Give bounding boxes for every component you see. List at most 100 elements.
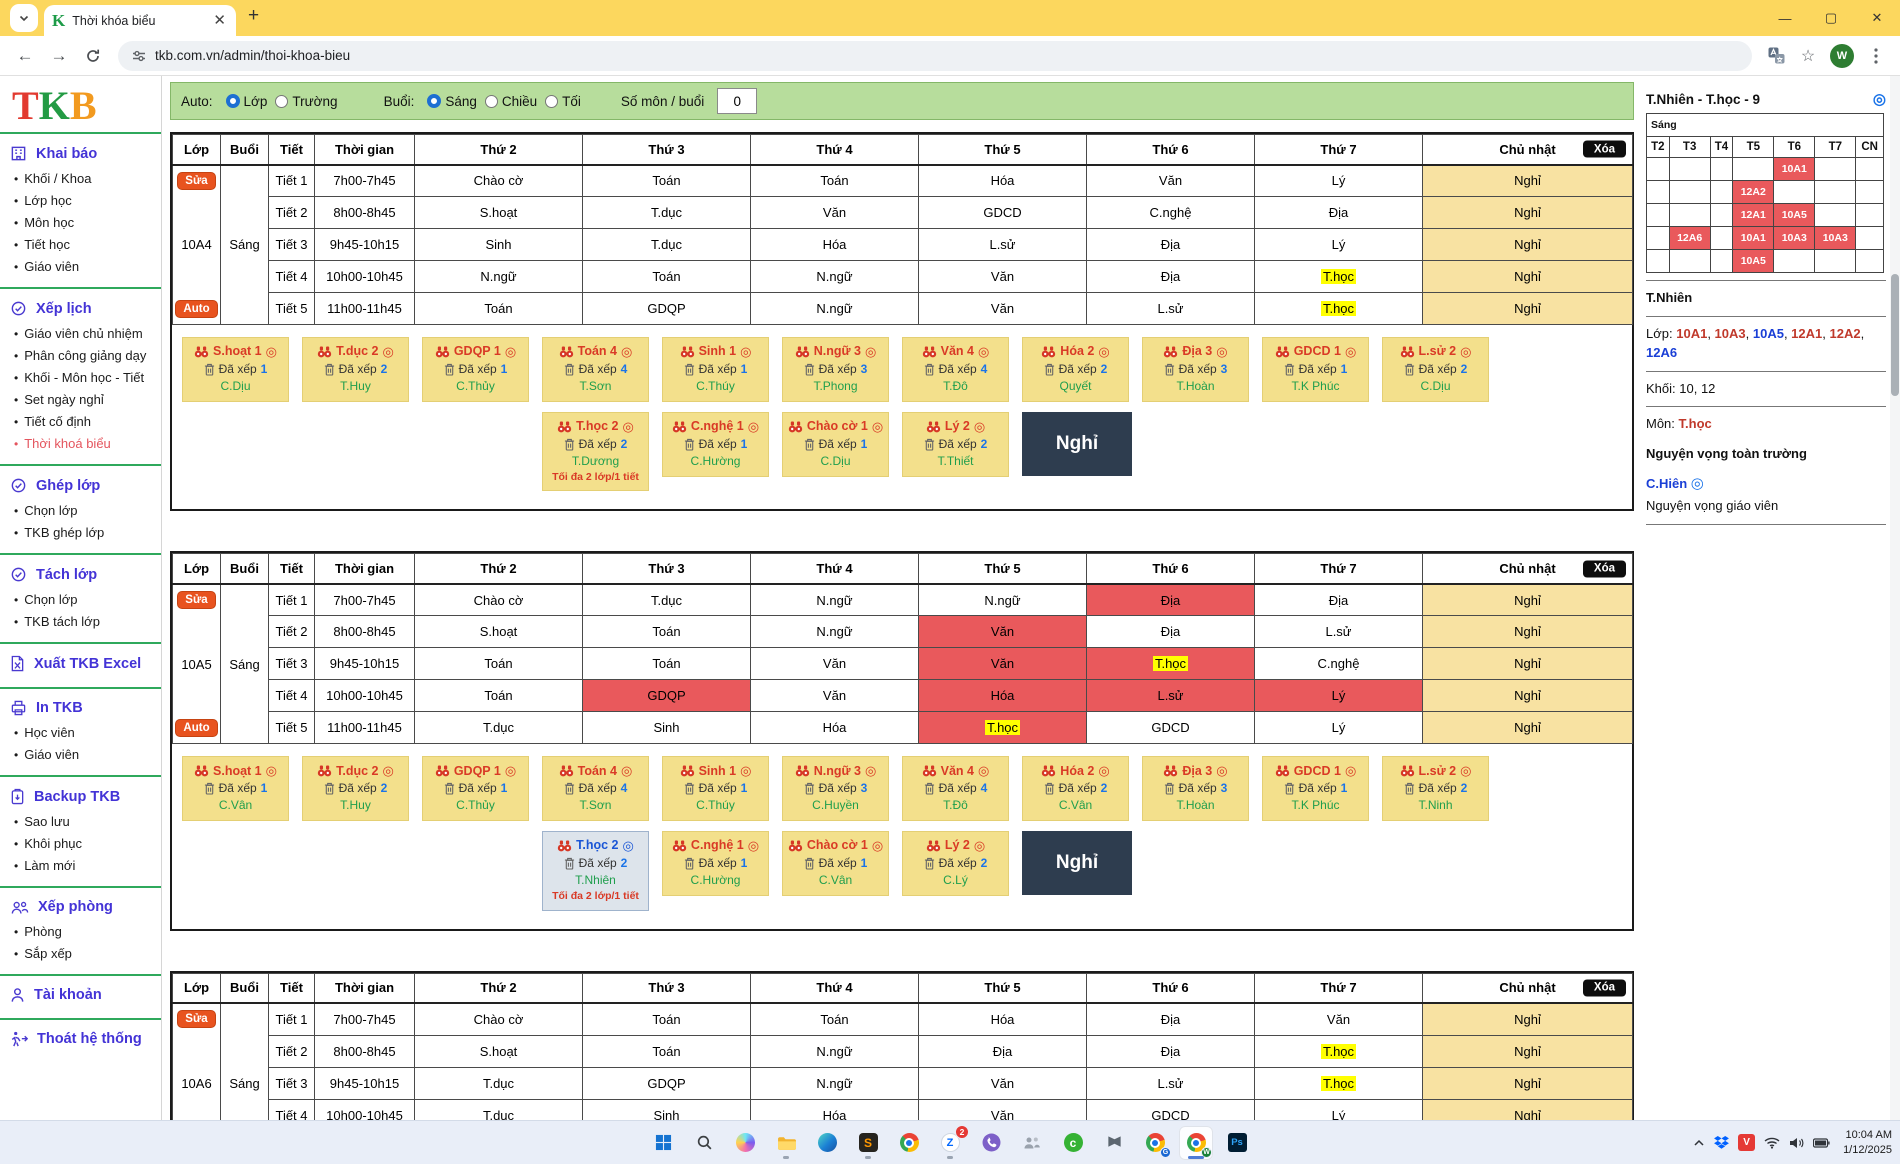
target-icon[interactable]: ◎ — [623, 418, 634, 436]
subject-cell[interactable]: Địa — [1255, 584, 1423, 616]
sidebar-section[interactable]: Ghép lớp — [0, 475, 161, 499]
translate-icon[interactable] — [1762, 42, 1790, 70]
trash-icon[interactable] — [444, 782, 455, 795]
zalo-icon[interactable]: Z2 — [933, 1126, 967, 1160]
trash-icon[interactable] — [564, 857, 575, 870]
target-icon[interactable]: ◎ — [1460, 762, 1471, 780]
subject-cell[interactable]: Văn — [919, 261, 1087, 293]
subject-cell[interactable]: Sinh — [583, 712, 751, 744]
class-link[interactable]: 10A1 — [1676, 326, 1707, 341]
class-link[interactable]: 12A6 — [1646, 345, 1677, 360]
subject-cell[interactable]: Văn — [751, 680, 919, 712]
trash-icon[interactable] — [324, 363, 335, 376]
subject-cell[interactable]: Địa — [1087, 616, 1255, 648]
new-tab-button[interactable]: + — [248, 5, 259, 27]
site-settings-icon[interactable] — [132, 49, 146, 63]
subject-chip[interactable]: Lý 2◎Đã xếp2T.Thiết — [902, 412, 1009, 477]
subject-chip[interactable]: N.ngữ 3◎Đã xếp3C.Huyền — [782, 756, 889, 821]
trash-icon[interactable] — [924, 782, 935, 795]
subject-chip[interactable]: T.dục 2◎Đã xếp2T.Huy — [302, 337, 409, 402]
trash-icon[interactable] — [564, 782, 575, 795]
subject-cell[interactable]: N.ngữ — [751, 1067, 919, 1099]
subject-cell[interactable]: L.sử — [1087, 293, 1255, 325]
subject-cell[interactable]: Toán — [583, 1035, 751, 1067]
subject-cell[interactable]: Văn — [1087, 165, 1255, 197]
subject-chip[interactable]: Văn 4◎Đã xếp4T.Đô — [902, 337, 1009, 402]
auto-button[interactable]: Auto — [175, 719, 217, 737]
radio-option[interactable]: Lớp — [226, 94, 268, 109]
sidebar-item[interactable]: •Khôi phục — [0, 832, 161, 854]
sidebar-item[interactable]: •Tiết học — [0, 233, 161, 255]
sidebar-item[interactable]: •Thời khoá biểu — [0, 432, 161, 454]
subject-chip[interactable]: L.sử 2◎Đã xếp2T.Ninh — [1382, 756, 1489, 821]
subject-cell[interactable]: Địa — [1087, 584, 1255, 616]
subject-chip[interactable]: GDCD 1◎Đã xếp1T.K Phúc — [1262, 337, 1369, 402]
subject-cell[interactable]: Văn — [751, 197, 919, 229]
target-icon[interactable]: ◎ — [621, 762, 632, 780]
subject-chip[interactable]: GDQP 1◎Đã xếp1C.Thủy — [422, 756, 529, 821]
trash-icon[interactable] — [804, 438, 815, 451]
subject-chip[interactable]: GDCD 1◎Đã xếp1T.K Phúc — [1262, 756, 1369, 821]
sidebar-section[interactable]: Xếp phòng — [0, 897, 161, 920]
subject-cell[interactable]: Hóa — [751, 229, 919, 261]
subject-cell[interactable]: C.nghệ — [1255, 648, 1423, 680]
profile-avatar[interactable]: W — [1830, 44, 1854, 68]
sublime-icon[interactable]: S — [851, 1126, 885, 1160]
subject-chip[interactable]: C.nghệ 1◎Đã xếp1C.Hường — [662, 412, 769, 477]
trash-icon[interactable] — [324, 782, 335, 795]
trash-icon[interactable] — [1164, 363, 1175, 376]
subject-cell[interactable]: Địa — [1087, 261, 1255, 293]
trash-icon[interactable] — [924, 857, 935, 870]
sidebar-section[interactable]: Xuất TKB Excel — [0, 653, 161, 677]
subject-cell[interactable]: GDCD — [1087, 712, 1255, 744]
target-icon[interactable]: ◎ — [748, 418, 759, 436]
delete-button[interactable]: Xóa — [1583, 560, 1626, 577]
sidebar-item[interactable]: •Làm mới — [0, 854, 161, 876]
subject-cell[interactable]: T.dục — [583, 229, 751, 261]
auto-button[interactable]: Auto — [175, 300, 217, 318]
subject-cell[interactable]: Toán — [583, 648, 751, 680]
subject-cell[interactable]: GDCD — [919, 197, 1087, 229]
subject-cell[interactable]: Văn — [919, 1067, 1087, 1099]
minimize-button[interactable]: — — [1762, 0, 1808, 36]
sidebar-item[interactable]: •Khối - Môn học - Tiết — [0, 366, 161, 388]
subject-cell[interactable]: T.học — [1255, 1035, 1423, 1067]
class-link[interactable]: 10A5 — [1753, 326, 1784, 341]
sidebar-item[interactable]: •Giáo viên — [0, 255, 161, 277]
subject-chip[interactable]: L.sử 2◎Đã xếp2C.Dịu — [1382, 337, 1489, 402]
app-logo[interactable]: TKB — [0, 78, 161, 132]
target-icon[interactable]: ◎ — [505, 762, 516, 780]
sidebar-item[interactable]: •TKB tách lớp — [0, 610, 161, 632]
subject-cell[interactable]: GDQP — [583, 1067, 751, 1099]
sidebar-item[interactable]: •Sắp xếp — [0, 942, 161, 964]
forward-icon[interactable]: → — [44, 41, 74, 71]
trash-icon[interactable] — [1164, 782, 1175, 795]
subject-chip[interactable]: S.hoạt 1◎Đã xếp1C.Dịu — [182, 337, 289, 402]
subject-cell[interactable]: N.ngữ — [751, 293, 919, 325]
subject-cell[interactable]: L.sử — [919, 229, 1087, 261]
scrollbar-thumb[interactable] — [1891, 274, 1899, 396]
target-icon[interactable]: ◎ — [383, 762, 394, 780]
subject-cell[interactable]: N.ngữ — [919, 584, 1087, 616]
trash-icon[interactable] — [1404, 782, 1415, 795]
trash-icon[interactable] — [924, 438, 935, 451]
contacts-icon[interactable] — [1015, 1126, 1049, 1160]
trash-icon[interactable] — [1404, 363, 1415, 376]
trash-icon[interactable] — [204, 363, 215, 376]
target-icon[interactable]: ◎ — [1460, 343, 1471, 361]
subject-cell[interactable]: Toán — [415, 648, 583, 680]
battery-icon[interactable] — [1813, 1138, 1830, 1148]
trash-icon[interactable] — [684, 782, 695, 795]
sidebar-item[interactable]: •Set ngày nghỉ — [0, 388, 161, 410]
target-icon[interactable]: ◎ — [383, 343, 394, 361]
file-explorer-icon[interactable] — [769, 1126, 803, 1160]
target-icon[interactable]: ◎ — [1345, 343, 1356, 361]
subject-cell[interactable]: T.học — [1087, 648, 1255, 680]
trash-icon[interactable] — [564, 363, 575, 376]
volume-icon[interactable] — [1789, 1137, 1804, 1149]
maximize-button[interactable]: ▢ — [1808, 0, 1854, 36]
subject-cell[interactable]: L.sử — [1087, 1067, 1255, 1099]
target-icon[interactable]: ◎ — [1216, 343, 1227, 361]
dropbox-icon[interactable] — [1714, 1136, 1729, 1149]
target-icon[interactable]: ◎ — [978, 762, 989, 780]
